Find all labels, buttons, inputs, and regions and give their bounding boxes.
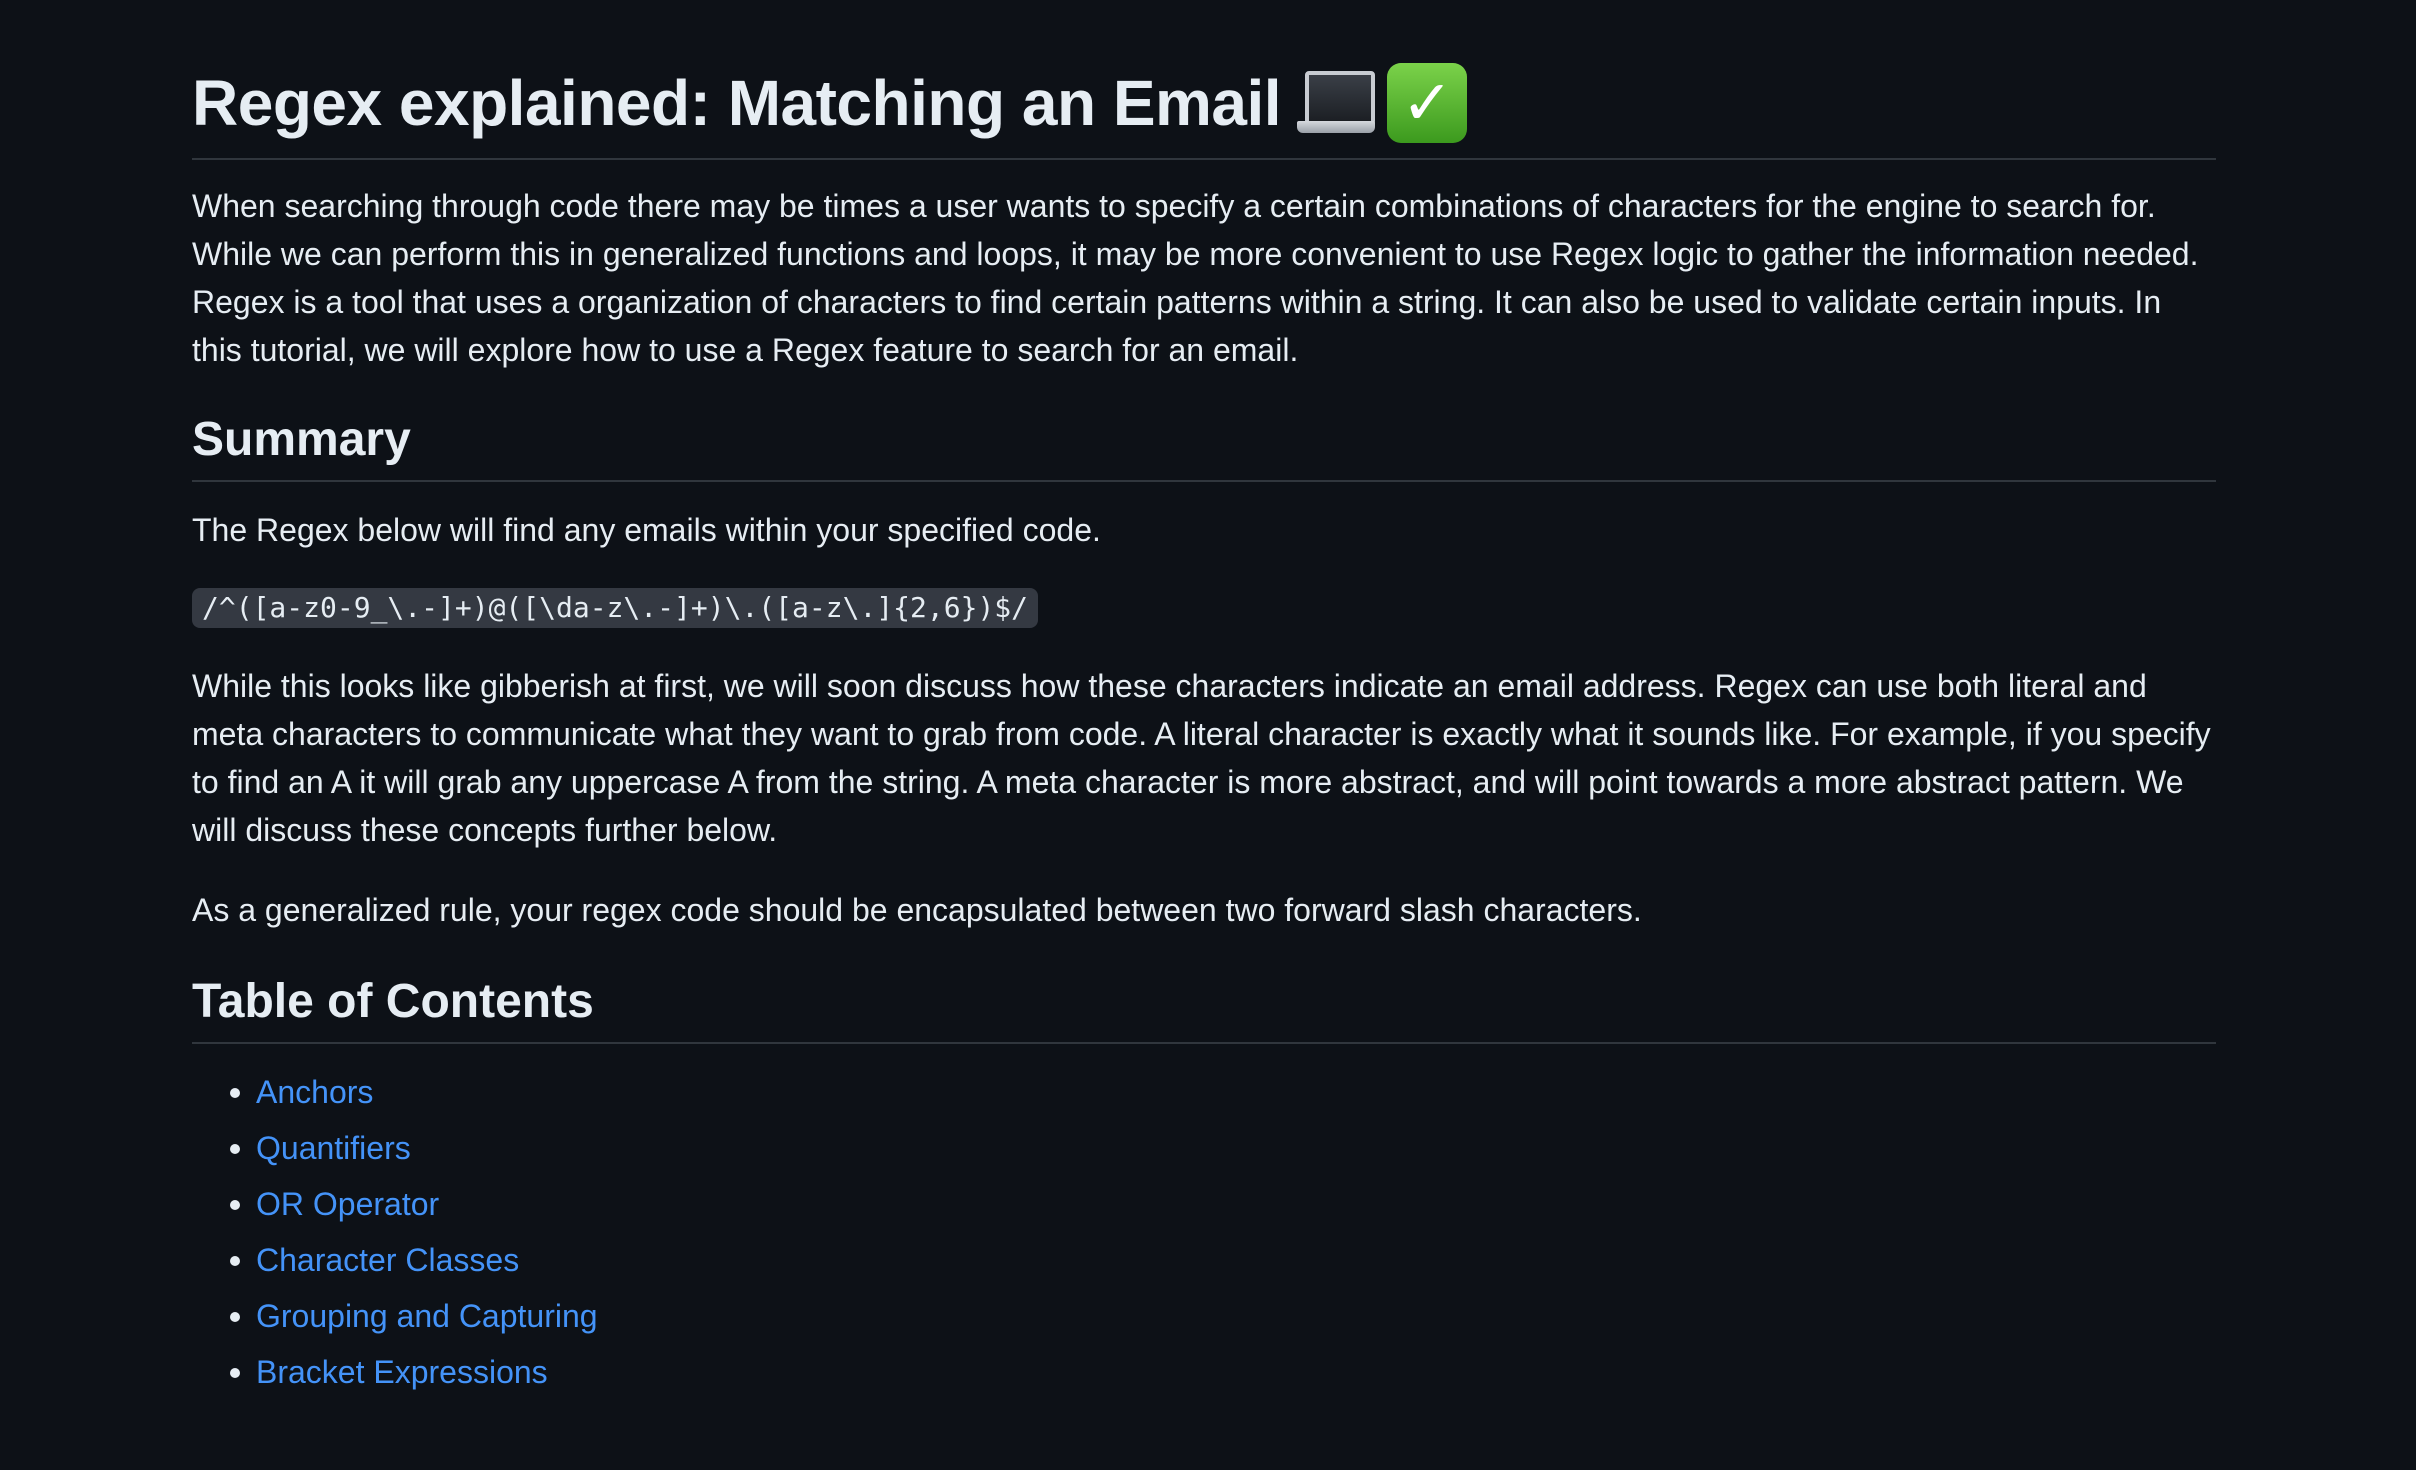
bullet-icon xyxy=(230,1312,240,1322)
bullet-icon xyxy=(230,1256,240,1266)
toc-link-quantifiers[interactable]: Quantifiers xyxy=(256,1130,411,1166)
regex-code-block: /^([a-z0-9_\.-]+)@([\da-z\.-]+)\.([a-z\.… xyxy=(192,588,2216,630)
check-mark-icon: ✓ xyxy=(1387,63,1468,143)
page-title-text: Regex explained: Matching an Email xyxy=(192,67,1282,139)
toc-link-bracket-expressions[interactable]: Bracket Expressions xyxy=(256,1354,548,1390)
toc-item-bracket-expressions: Bracket Expressions xyxy=(230,1344,2216,1400)
bullet-icon xyxy=(230,1368,240,1378)
summary-paragraph: The Regex below will find any emails wit… xyxy=(192,512,1101,548)
toc-item-character-classes: Character Classes xyxy=(230,1232,2216,1288)
table-of-contents-list: Anchors Quantifiers OR Operator Characte… xyxy=(192,1064,2216,1400)
bullet-icon xyxy=(230,1200,240,1210)
toc-link-grouping-and-capturing[interactable]: Grouping and Capturing xyxy=(256,1298,598,1334)
page-title: Regex explained: Matching an Email ✓ xyxy=(192,0,2216,160)
toc-heading: Table of Contents xyxy=(192,972,2216,1044)
regex-code: /^([a-z0-9_\.-]+)@([\da-z\.-]+)\.([a-z\.… xyxy=(192,588,1039,628)
toc-item-or-operator: OR Operator xyxy=(230,1176,2216,1232)
toc-item-quantifiers: Quantifiers xyxy=(230,1120,2216,1176)
bullet-icon xyxy=(230,1144,240,1154)
toc-item-grouping-and-capturing: Grouping and Capturing xyxy=(230,1288,2216,1344)
toc-link-or-operator[interactable]: OR Operator xyxy=(256,1186,439,1222)
summary-heading: Summary xyxy=(192,410,2216,482)
markdown-article: Regex explained: Matching an Email ✓ Whe… xyxy=(192,0,2216,1400)
toc-link-anchors[interactable]: Anchors xyxy=(256,1074,373,1110)
literal-meta-paragraph: While this looks like gibberish at first… xyxy=(192,668,2211,848)
laptop-icon xyxy=(1297,67,1376,139)
toc-item-anchors: Anchors xyxy=(230,1064,2216,1120)
toc-link-character-classes[interactable]: Character Classes xyxy=(256,1242,519,1278)
forward-slash-rule-paragraph: As a generalized rule, your regex code s… xyxy=(192,892,1642,928)
bullet-icon xyxy=(230,1088,240,1098)
intro-paragraph: When searching through code there may be… xyxy=(192,188,2199,368)
